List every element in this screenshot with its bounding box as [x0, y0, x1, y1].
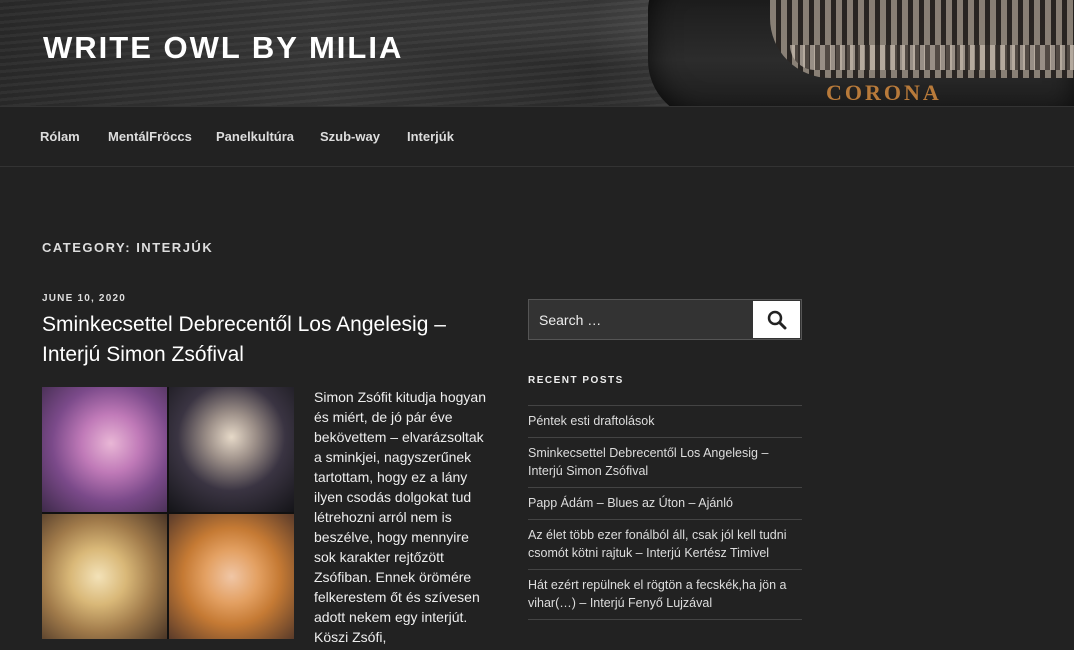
recent-posts-list: Péntek esti draftolások Sminkecsettel De…	[528, 405, 802, 620]
post-excerpt: Simon Zsófit kitudja hogyan és miért, de…	[314, 389, 486, 645]
recent-post-link[interactable]: Hát ezért repülnek el rögtön a fecskék,h…	[528, 570, 802, 620]
search-input[interactable]	[529, 300, 751, 339]
archive-title: CATEGORY: INTERJÚK	[42, 240, 214, 255]
site-header: CORONA WRITE OWL BY MILIA	[0, 0, 1074, 106]
nav-item-interjuk[interactable]: Interjúk	[407, 129, 454, 144]
search-form	[528, 299, 802, 340]
search-icon	[767, 310, 786, 329]
recent-post-link[interactable]: Péntek esti draftolások	[528, 406, 802, 438]
main-navigation: Rólam MentálFröccs Panelkultúra Szub-way…	[0, 106, 1074, 167]
recent-post-link[interactable]: Sminkecsettel Debrecentől Los Angelesig …	[528, 438, 802, 488]
makeup-photo-robot	[169, 387, 294, 512]
post-title-link[interactable]: Sminkecsettel Debrecentől Los Angelesig …	[42, 310, 502, 370]
post-thumbnail[interactable]	[42, 387, 294, 639]
typewriter-keys-row	[790, 45, 1074, 70]
nav-item-szub-way[interactable]: Szub-way	[320, 129, 380, 144]
recent-post-link[interactable]: Az élet több ezer fonálból áll, csak jól…	[528, 520, 802, 570]
recent-post-link[interactable]: Papp Ádám – Blues az Úton – Ajánló	[528, 488, 802, 520]
makeup-photo-pink	[42, 387, 167, 512]
post-date[interactable]: JUNE 10, 2020	[42, 293, 126, 304]
search-button[interactable]	[753, 301, 800, 338]
nav-item-mentalfroccs[interactable]: MentálFröccs	[108, 129, 192, 144]
recent-posts-title: RECENT POSTS	[528, 375, 624, 386]
makeup-photo-butterfly	[169, 514, 294, 639]
nav-item-panelkultura[interactable]: Panelkultúra	[216, 129, 294, 144]
nav-item-rolam[interactable]: Rólam	[40, 129, 80, 144]
makeup-photo-doll	[42, 514, 167, 639]
site-title[interactable]: WRITE OWL BY MILIA	[43, 30, 403, 66]
typewriter-brand-text: CORONA	[826, 80, 942, 105]
